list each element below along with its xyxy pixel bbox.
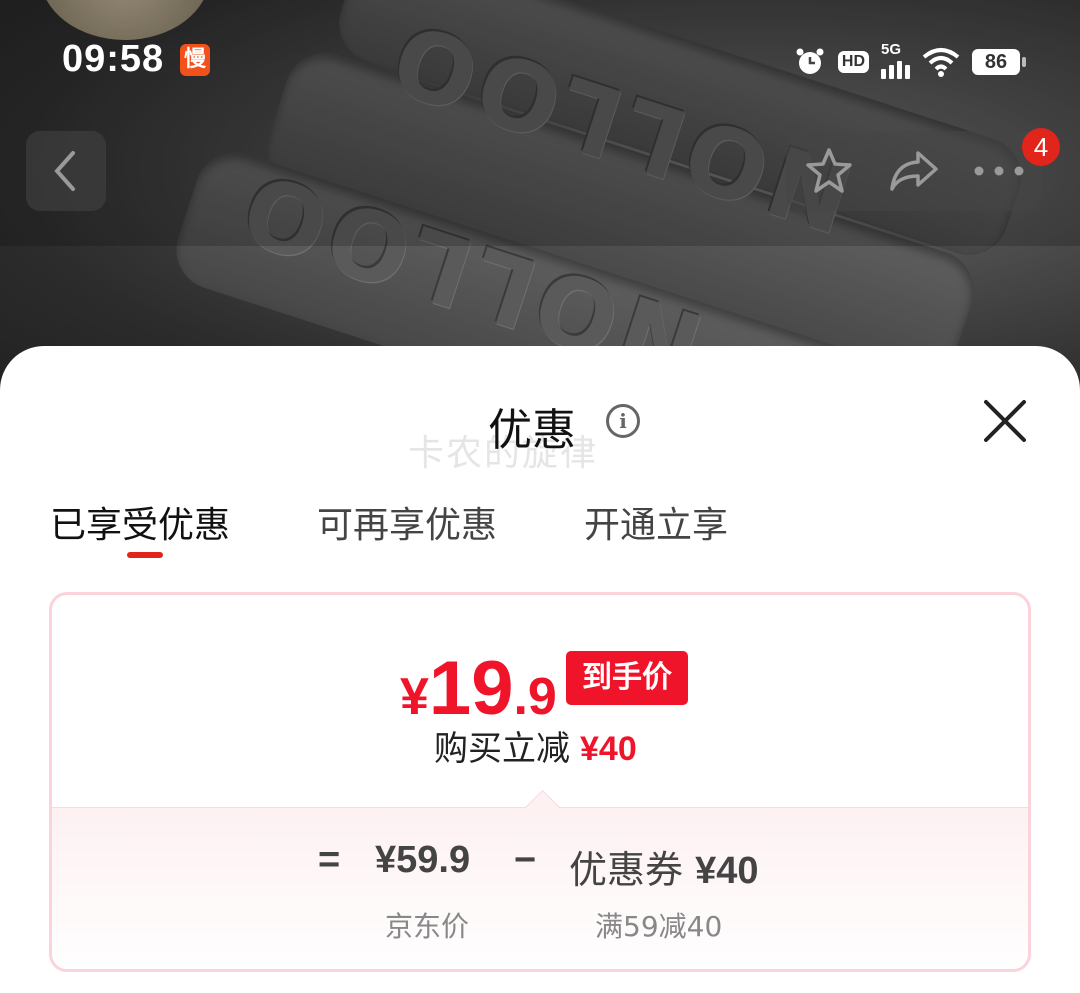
sheet-title: 优惠: [488, 405, 576, 456]
tab-enjoyed-discounts[interactable]: 已享受优惠: [50, 496, 230, 548]
coupon-term: 优惠券 ¥40: [569, 839, 759, 894]
final-price: ¥19.9: [400, 645, 557, 732]
battery-indicator: 86: [972, 49, 1026, 75]
instant-discount-line: 购买立减 ¥40: [434, 721, 637, 770]
alarm-icon: [796, 48, 824, 74]
cell-signal-icon: 5G: [881, 41, 910, 79]
hd-voice-badge: HD: [837, 51, 869, 73]
active-tab-indicator: [127, 552, 163, 558]
favorite-button[interactable]: [794, 136, 864, 206]
minus-sign: −: [514, 839, 537, 881]
tab-more-discounts[interactable]: 可再享优惠: [317, 496, 497, 548]
status-time: 09:58: [62, 38, 165, 80]
chevron-left-icon: [54, 151, 75, 191]
back-button[interactable]: [26, 131, 106, 211]
wifi-icon: [922, 48, 960, 77]
info-icon[interactable]: i: [606, 404, 640, 438]
currency-symbol: ¥: [400, 668, 429, 726]
slow-network-badge: 慢: [180, 44, 210, 76]
share-button[interactable]: [879, 136, 949, 206]
share-icon: [890, 151, 938, 191]
more-dots-icon: [974, 166, 1024, 176]
top-action-group: [786, 131, 1042, 211]
coupon-amount: ¥40: [695, 850, 759, 892]
close-button[interactable]: [980, 396, 1030, 446]
discount-amount: ¥40: [580, 730, 637, 768]
status-bar: 09:58 慢 HD 5G 86: [0, 36, 1080, 86]
notification-count-badge: 4: [1022, 128, 1060, 166]
jd-price: ¥59.9: [375, 839, 471, 881]
price-breakdown-card: ¥19.9 到手价 购买立减 ¥40 = ¥59.9 − 优惠券 ¥40 京东价 …: [49, 592, 1031, 972]
jd-price-caption: 京东价: [385, 910, 470, 943]
equals-sign: =: [318, 839, 341, 881]
coupon-rule-caption: 满59减40: [595, 910, 723, 943]
discount-label: 购买立减: [434, 729, 570, 769]
final-price-integer: 19: [428, 646, 514, 731]
tab-activate-discounts[interactable]: 开通立享: [584, 496, 728, 548]
coupon-label: 优惠券: [569, 848, 684, 892]
final-price-tag: 到手价: [566, 651, 688, 705]
star-icon: [805, 148, 852, 193]
discount-sheet: 卡农的旋律 优惠 i 已享受优惠 可再享优惠 开通立享 ¥19.9 到手价 购买…: [0, 346, 1080, 993]
final-price-decimal: .9: [513, 668, 557, 726]
network-type: 5G: [881, 41, 902, 58]
